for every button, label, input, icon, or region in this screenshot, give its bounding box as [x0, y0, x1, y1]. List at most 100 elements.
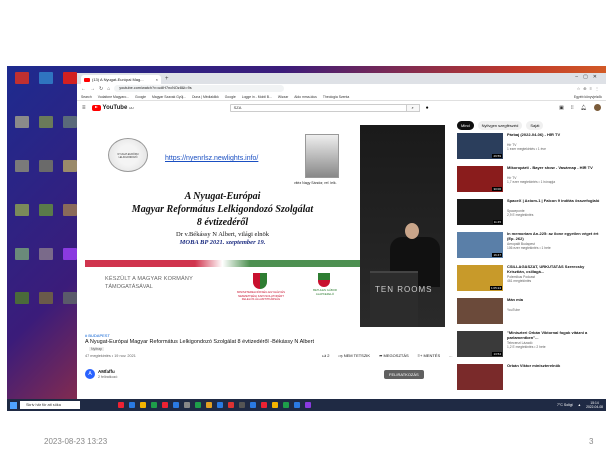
recommended-title[interactable]: CSILLAGÁSZAT, ÜRKUTATÁS Szerecsky Kriszt…	[507, 265, 602, 275]
tab-close-icon[interactable]: ×	[156, 77, 158, 82]
home-icon[interactable]: ⌂	[107, 86, 110, 92]
recommended-video[interactable]: Mán mia YouTube	[457, 298, 602, 325]
windows-start-icon[interactable]	[10, 401, 17, 409]
taskbar-app-icon[interactable]	[140, 402, 146, 408]
recommended-video[interactable]: 1:05:24 CSILLAGÁSZAT, ÜRKUTATÁS Szerecsky…	[457, 265, 602, 292]
reload-icon[interactable]: ↻	[99, 86, 103, 92]
channel-avatar[interactable]: A	[85, 369, 95, 379]
bookmark-item[interactable]: Search	[81, 95, 92, 99]
taskbar-app-icon[interactable]	[239, 402, 245, 408]
subscribe-button[interactable]: FELIRATKOZÁS	[384, 370, 424, 379]
url-field[interactable]: youtube.com/watch?v=udiH7ncNOz8&t=9s	[114, 85, 285, 92]
taskbar-app-icon[interactable]	[151, 402, 157, 408]
recommended-video[interactable]: 29:59 Párbaj (2022-04-06) - HÍR TV Hír TV 1…	[457, 133, 602, 160]
desktop-icon[interactable]	[39, 248, 53, 260]
desktop-icon[interactable]	[39, 160, 53, 172]
taskbar-app-icon[interactable]	[250, 402, 256, 408]
taskbar-app-icon[interactable]	[294, 402, 300, 408]
desktop-icon[interactable]	[15, 72, 29, 84]
taskbar-app-icon[interactable]	[206, 402, 212, 408]
chip-filter[interactable]: Nyilvgen szegfészéd	[477, 121, 523, 130]
desktop-icon[interactable]	[63, 204, 77, 216]
bookmark-item[interactable]: Magyar Szavak Gyűj...	[152, 95, 186, 99]
taskbar-app-icon[interactable]	[162, 402, 168, 408]
youtube-logo[interactable]: YouTube HU	[91, 104, 134, 111]
desktop-icon[interactable]	[63, 72, 77, 84]
taskbar-clock[interactable]: 15:14 2022-04-08	[586, 401, 603, 409]
dislike-button[interactable]: 👎︎ NEM TETSZIK	[339, 353, 371, 359]
recommended-video[interactable]: 11:45 SpaceX | Axiom-1 | Falcon 9 indítás…	[457, 199, 602, 226]
create-icon[interactable]: ▣	[559, 105, 564, 111]
chip-filter[interactable]: Mind	[457, 121, 474, 130]
video-thumbnail[interactable]	[457, 364, 503, 390]
taskbar-app-icon[interactable]	[195, 402, 201, 408]
taskbar-search-input[interactable]: Skriv här för att söka	[20, 401, 80, 409]
mic-icon[interactable]: ●	[426, 105, 429, 111]
bookmark-item[interactable]: Google	[225, 95, 236, 99]
bookmark-item[interactable]: Vodafone Magyaro...	[98, 95, 129, 99]
taskbar-app-icon[interactable]	[173, 402, 179, 408]
video-thumbnail[interactable]	[457, 298, 503, 324]
bookmark-item[interactable]: Aldo mma-idus	[294, 95, 317, 99]
browser-actions[interactable]: ☆⊕≡⋮	[577, 86, 602, 91]
network-icon[interactable]: ▲	[578, 403, 581, 407]
apps-icon[interactable]: ⁞⁞	[571, 105, 574, 111]
video-location[interactable]: Nyitrap	[89, 347, 105, 351]
video-thumbnail[interactable]: 30:00	[457, 166, 503, 192]
desktop-icon[interactable]	[39, 72, 53, 84]
desktop-icon[interactable]	[15, 116, 29, 128]
bookmark-item[interactable]: Google	[135, 95, 146, 99]
desktop-icon[interactable]	[63, 292, 77, 304]
chip-filter[interactable]: Saját	[526, 121, 544, 130]
video-thumbnail[interactable]: 13:54	[457, 331, 503, 357]
recommended-title[interactable]: Párbaj (2022-04-06) - HÍR TV	[507, 133, 602, 138]
desktop-icon[interactable]	[63, 116, 77, 128]
more-button[interactable]: ...	[449, 353, 452, 359]
channel-name[interactable]: AMfaffu	[98, 369, 115, 374]
recommended-title[interactable]: In memoriam An-225: az ilone egyetlen vé…	[507, 232, 602, 242]
bookmark-item[interactable]: Logge in - Mobil B...	[242, 95, 272, 99]
video-thumbnail[interactable]: 1:05:24	[457, 265, 503, 291]
share-button[interactable]: ➦ MEGOSZTÁS	[379, 353, 409, 359]
notifications-icon[interactable]: 🔔︎	[581, 105, 587, 111]
taskbar-app-icon[interactable]	[283, 402, 289, 408]
taskbar-app-icon[interactable]	[129, 402, 135, 408]
desktop-icon[interactable]	[15, 160, 29, 172]
like-button[interactable]: 👍︎ 2	[322, 353, 330, 359]
recommended-title[interactable]: Mikoropárti - Bayer show - Vasárnap - HÍ…	[507, 166, 602, 171]
video-player[interactable]: NYUGAT-EURÓPAI LELKIGONDOZÓ https://nyen…	[85, 125, 445, 327]
bookmark-item[interactable]: Egyéb könyvjelzők	[574, 95, 602, 99]
desktop-icon[interactable]	[63, 248, 77, 260]
browser-tab[interactable]: (13) A Nyugat-Európai Mag... ×	[81, 75, 161, 84]
recommended-video[interactable]: 30:00 Mikoropárti - Bayer show - Vasárnap…	[457, 166, 602, 193]
desktop-icon[interactable]	[15, 292, 29, 304]
save-button[interactable]: ≡+ MENTÉS	[418, 353, 440, 359]
taskbar-app-icon[interactable]	[228, 402, 234, 408]
recommended-video[interactable]: 13:54 "Miniszteri Orbán Viktornal fogok v…	[457, 331, 602, 358]
taskbar-app-icon[interactable]	[261, 402, 267, 408]
bookmark-item[interactable]: Wizzar	[278, 95, 288, 99]
taskbar-app-icon[interactable]	[217, 402, 223, 408]
video-thumbnail[interactable]: 11:45	[457, 199, 503, 225]
desktop-icon[interactable]	[63, 160, 77, 172]
forward-icon[interactable]: →	[90, 86, 95, 92]
bookmark-item[interactable]: Duna | Médiaklikk	[192, 95, 219, 99]
search-input[interactable]: SZA ⌕	[229, 103, 420, 112]
account-avatar[interactable]	[594, 104, 601, 111]
taskbar-app-icon[interactable]	[118, 402, 124, 408]
bookmark-item[interactable]: Theologia Szenta	[323, 95, 349, 99]
desktop-icon[interactable]	[39, 204, 53, 216]
taskbar-app-icon[interactable]	[305, 402, 311, 408]
recommended-video[interactable]: Orbán Viktor miniszterelnök	[457, 364, 602, 391]
video-thumbnail[interactable]: 29:59	[457, 133, 503, 159]
window-controls[interactable]: –▢✕	[575, 74, 602, 80]
recommended-title[interactable]: SpaceX | Axiom-1 | Falcon 9 indítás össz…	[507, 199, 602, 204]
desktop-icon[interactable]	[39, 116, 53, 128]
recommended-video[interactable]: 16:47 In memoriam An-225: az ilone egyetl…	[457, 232, 602, 259]
recommended-title[interactable]: Orbán Viktor miniszterelnök	[507, 364, 602, 369]
desktop-icon[interactable]	[39, 292, 53, 304]
recommended-title[interactable]: "Miniszteri Orbán Viktornal fogok vitázn…	[507, 331, 602, 341]
menu-icon[interactable]: ≡	[82, 105, 86, 111]
video-thumbnail[interactable]: 16:47	[457, 232, 503, 258]
search-icon[interactable]: ⌕	[405, 103, 420, 112]
